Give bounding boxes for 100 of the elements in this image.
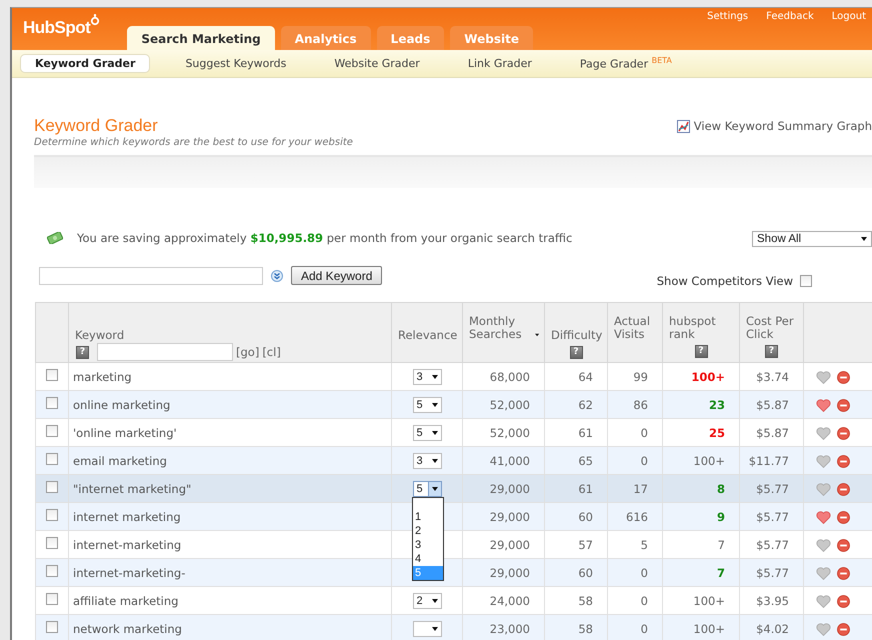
heart-icon[interactable] <box>816 566 831 580</box>
keyword-cell-text: affiliate marketing <box>72 594 178 608</box>
table-cell: $3.74 <box>756 370 789 384</box>
heart-icon[interactable] <box>816 482 831 496</box>
keyword-input[interactable] <box>39 266 263 284</box>
row-checkbox[interactable] <box>46 369 58 381</box>
table-cell: 86 <box>633 398 648 412</box>
relevance-dropdown[interactable] <box>412 620 442 636</box>
table-cell: $4.02 <box>756 622 789 636</box>
row-checkbox[interactable] <box>46 593 58 605</box>
heart-icon[interactable] <box>816 370 831 384</box>
row-checkbox[interactable] <box>46 397 58 409</box>
remove-icon[interactable] <box>837 454 850 468</box>
rank-cell: 23 <box>708 398 725 412</box>
table-cell: 17 <box>633 482 648 496</box>
keyword-cell-text: internet marketing <box>72 510 181 524</box>
competitors-checkbox[interactable] <box>800 275 812 287</box>
row-checkbox[interactable] <box>46 481 58 493</box>
heart-icon[interactable] <box>816 510 831 524</box>
heart-icon[interactable] <box>816 594 831 608</box>
remove-icon[interactable] <box>837 370 850 384</box>
rank-cell: 9 <box>716 510 725 524</box>
table-cell: $5.87 <box>756 398 789 412</box>
remove-icon[interactable] <box>837 426 850 440</box>
table-cell: 64 <box>578 370 593 384</box>
heart-icon[interactable] <box>816 454 831 468</box>
nav-tab[interactable]: Search Marketing <box>127 26 275 50</box>
rank-cell: 7 <box>718 538 725 552</box>
remove-icon[interactable] <box>837 594 850 608</box>
remove-icon[interactable] <box>837 566 850 580</box>
column-header[interactable]: Difficulty <box>551 329 602 342</box>
remove-icon[interactable] <box>837 538 850 552</box>
row-checkbox[interactable] <box>46 425 58 437</box>
table-cell: 52,000 <box>490 426 530 440</box>
row-checkbox[interactable] <box>46 565 58 577</box>
table-cell: 29,000 <box>490 566 530 580</box>
rank-cell: 100+ <box>693 622 725 636</box>
filter-link[interactable]: [go] <box>236 345 260 359</box>
heart-icon[interactable] <box>816 398 831 412</box>
table-cell: 99 <box>633 370 648 384</box>
remove-icon[interactable] <box>837 398 850 412</box>
filter-dropdown[interactable]: Show All <box>752 231 872 247</box>
keyword-cell-text: network marketing <box>72 622 182 636</box>
subnav-item[interactable]: Link Grader <box>454 54 545 73</box>
heart-icon[interactable] <box>816 538 831 552</box>
filter-link[interactable]: [cl] <box>262 345 281 359</box>
table-cell: 58 <box>578 622 593 636</box>
table-cell: 58 <box>578 594 593 608</box>
column-header[interactable]: Cost Per Click <box>746 315 798 341</box>
table-cell: $3.95 <box>756 594 789 608</box>
column-header[interactable]: hubspot rank <box>669 315 734 341</box>
subnav-item[interactable]: Suggest Keywords <box>172 54 300 73</box>
column-header[interactable]: Relevance <box>398 329 458 342</box>
table-row[interactable]: 'online marketing' 5 52,000 61 0 25 $5.87 <box>36 418 872 446</box>
table-row[interactable]: affiliate marketing 2 24,000 58 0 100+ $3.95 <box>36 586 872 614</box>
row-checkbox[interactable] <box>46 621 58 633</box>
relevance-dropdown[interactable]: 5 <box>412 424 442 440</box>
subnav-item[interactable]: Keyword Grader <box>20 54 150 73</box>
row-checkbox[interactable] <box>46 453 58 465</box>
table-row[interactable]: email marketing 3 41,000 65 0 100+ $11.77 <box>36 446 872 474</box>
keyword-filter-field[interactable] <box>97 343 233 361</box>
relevance-dropdown[interactable]: 3 <box>412 452 442 468</box>
remove-icon[interactable] <box>837 622 850 636</box>
row-checkbox[interactable] <box>46 537 58 549</box>
relevance-dropdown[interactable]: 5 <box>412 480 442 496</box>
relevance-dropdown[interactable]: 3 <box>412 368 442 384</box>
table-row[interactable]: network marketing 23,000 58 0 100+ $4.02 <box>36 614 872 640</box>
remove-icon[interactable] <box>837 510 850 524</box>
relevance-dropdown[interactable]: 5 <box>412 396 442 412</box>
graph-link[interactable]: View Keyword Summary Graph <box>694 119 872 133</box>
savings-text: You are saving approximately $10,995.89 per month from your organic search traffic <box>77 231 572 245</box>
table-cell: 62 <box>578 398 593 412</box>
page-title: Keyword Grader <box>34 116 159 136</box>
table-cell: 5 <box>640 538 648 552</box>
table-cell: 60 <box>578 510 593 524</box>
heart-icon[interactable] <box>816 426 831 440</box>
rank-cell: 100+ <box>691 370 725 384</box>
keyword-cell-text: 'online marketing' <box>72 426 177 440</box>
subnav-item[interactable]: Website Grader <box>321 54 433 73</box>
row-checkbox[interactable] <box>46 509 58 521</box>
table-cell: 616 <box>626 510 648 524</box>
table-row[interactable]: online marketing 5 52,000 62 86 23 $5.87 <box>36 390 872 418</box>
table-row[interactable]: marketing 3 68,000 64 99 100+ $3.74 <box>36 362 872 390</box>
keyword-cell-text: email marketing <box>72 454 167 468</box>
table-cell: 68,000 <box>490 370 530 384</box>
keyword-cell-text: internet-marketing- <box>72 566 186 580</box>
keyword-cell-text: marketing <box>72 370 132 384</box>
table-cell: 29,000 <box>490 482 530 496</box>
table-cell: 61 <box>578 482 593 496</box>
subnav-item[interactable]: Page Grader $^{BETA}$ <box>566 53 685 74</box>
add-keyword-button[interactable]: Add Keyword <box>291 266 382 285</box>
table-cell: $5.77 <box>756 482 789 496</box>
table-cell: 0 <box>640 454 648 468</box>
competitors-label: Show Competitors View <box>656 274 793 288</box>
heart-icon[interactable] <box>816 622 831 636</box>
rank-cell: 7 <box>716 566 725 580</box>
relevance-dropdown[interactable]: 2 <box>412 592 442 608</box>
remove-icon[interactable] <box>837 482 850 496</box>
column-header[interactable]: Keyword <box>75 329 124 342</box>
table-cell: 65 <box>578 454 593 468</box>
